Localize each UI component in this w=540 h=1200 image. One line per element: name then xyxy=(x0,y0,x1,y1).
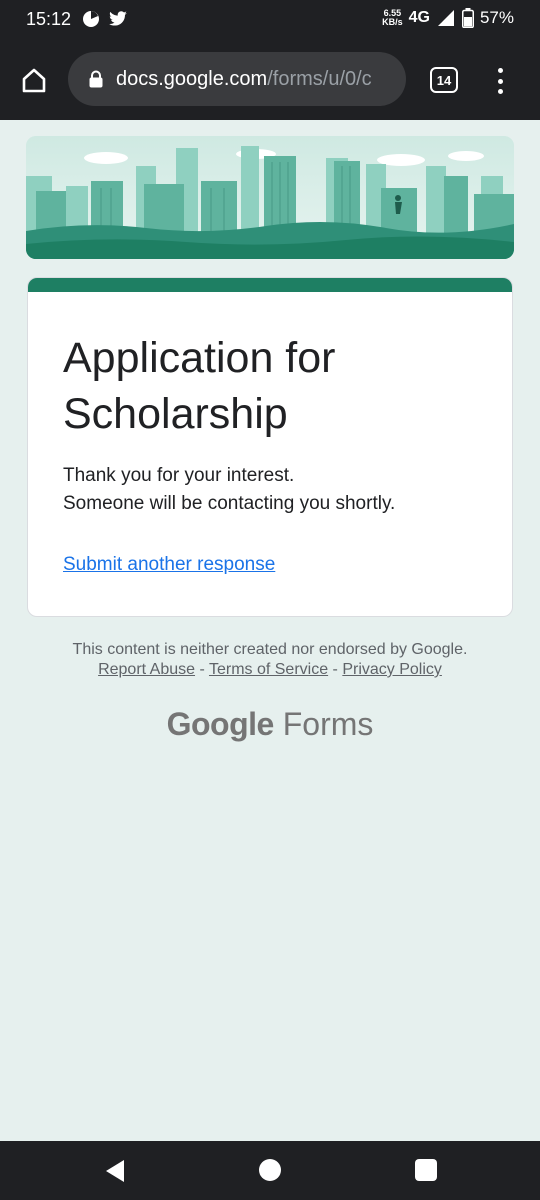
signal-icon xyxy=(437,10,454,26)
footer-links: Report Abuse - Terms of Service - Privac… xyxy=(0,659,540,680)
back-icon[interactable] xyxy=(104,1159,126,1183)
browser-menu-button[interactable] xyxy=(490,66,510,96)
url-host: docs.google.com xyxy=(116,67,268,90)
home-button[interactable] xyxy=(16,62,52,98)
tab-switcher-button[interactable]: 14 xyxy=(430,67,458,93)
status-time: 15:12 xyxy=(26,9,72,29)
notification-icons xyxy=(82,10,128,28)
message-line: Someone will be contacting you shortly. xyxy=(63,493,396,514)
disclaimer-text: This content is neither created nor endo… xyxy=(72,641,468,658)
url-text: docs.google.com/forms/u/0/c xyxy=(116,68,372,91)
home-circle-icon[interactable] xyxy=(259,1159,281,1181)
browser-toolbar: docs.google.com/forms/u/0/c 14 xyxy=(0,40,540,120)
confirmation-card: Application for Scholarship Thank you fo… xyxy=(27,277,513,617)
report-abuse-link[interactable]: Report Abuse xyxy=(98,661,195,678)
status-bar: 15:12 6.55 KB/s 4G 57% xyxy=(0,0,540,40)
battery-icon xyxy=(461,8,474,28)
net-speed: 6.55 KB/s xyxy=(382,9,403,27)
lock-icon xyxy=(89,70,103,88)
submit-another-response-link[interactable]: Submit another response xyxy=(63,554,275,576)
menu-dot-icon xyxy=(497,89,503,94)
system-navigation-bar xyxy=(0,1141,540,1200)
footer-separator: - xyxy=(328,661,343,678)
network-type: 4G xyxy=(408,9,430,26)
message-line: Thank you for your interest. xyxy=(63,465,295,486)
twitter-icon xyxy=(109,11,127,26)
footer-separator: - xyxy=(195,661,209,678)
confirmation-message: Thank you for your interest. Someone wil… xyxy=(63,462,395,518)
pie-app-icon xyxy=(83,11,99,27)
form-title: Application for Scholarship xyxy=(63,334,336,438)
card-accent-bar xyxy=(28,278,512,292)
form-header-banner xyxy=(26,136,514,259)
net-speed-unit: KB/s xyxy=(382,17,403,27)
google-forms-logo[interactable]: Google Forms xyxy=(0,706,540,743)
battery-percent: 57% xyxy=(479,8,514,27)
forms-wordmark: Forms xyxy=(273,706,374,742)
url-path: /forms/u/0/c xyxy=(267,67,372,90)
google-wordmark: Google xyxy=(166,706,275,742)
url-bar[interactable]: docs.google.com/forms/u/0/c xyxy=(68,52,406,106)
menu-dot-icon xyxy=(497,78,503,84)
terms-of-service-link[interactable]: Terms of Service xyxy=(209,661,328,678)
tab-count: 14 xyxy=(436,72,452,88)
recents-square-icon[interactable] xyxy=(415,1159,437,1181)
status-right: 6.55 KB/s 4G 57% xyxy=(382,8,514,28)
city-skyline-illustration xyxy=(26,136,514,259)
menu-dot-icon xyxy=(497,68,503,73)
home-icon xyxy=(22,68,46,93)
privacy-policy-link[interactable]: Privacy Policy xyxy=(342,661,442,678)
